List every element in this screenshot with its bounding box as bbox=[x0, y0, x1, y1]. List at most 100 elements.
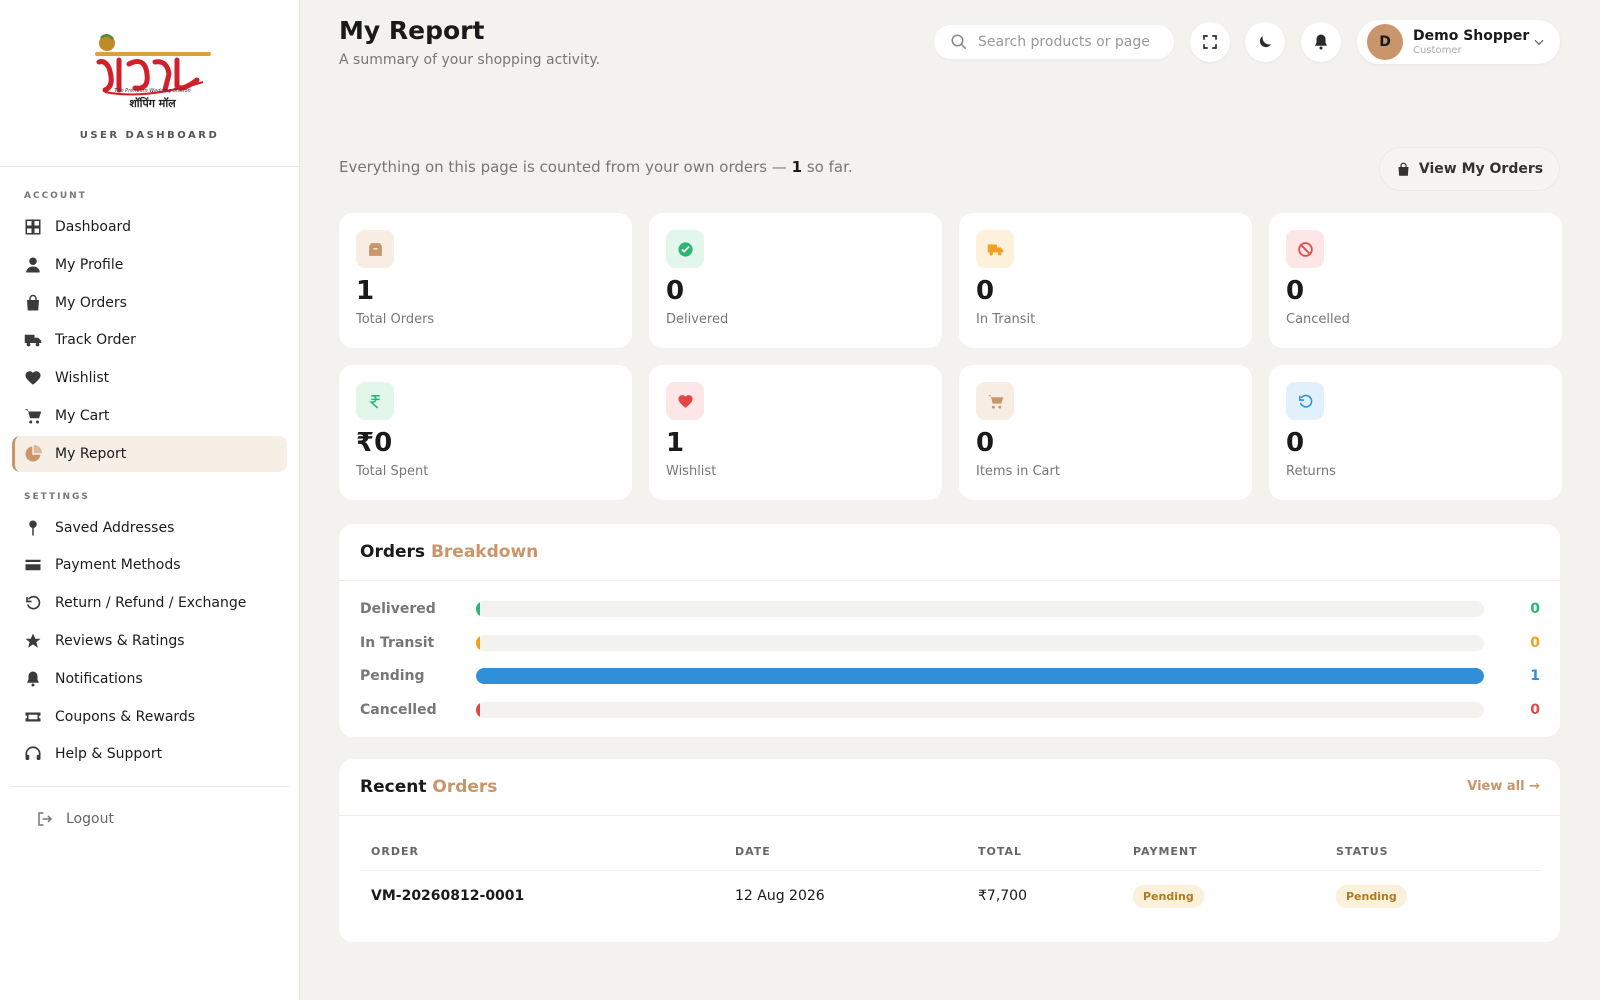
breakdown-label: In Transit bbox=[360, 634, 435, 651]
moon-icon bbox=[1259, 36, 1271, 48]
logout-button[interactable]: Logout bbox=[0, 801, 299, 837]
stat-label: Items in Cart bbox=[976, 464, 1060, 479]
rupee-icon bbox=[368, 394, 380, 408]
sidebar-item-label: My Orders bbox=[55, 294, 127, 311]
search-box[interactable] bbox=[934, 25, 1174, 59]
stat-card-total-spent: ₹0 Total Spent bbox=[339, 365, 632, 500]
sidebar-item-notifications[interactable]: Notifications bbox=[12, 661, 287, 697]
sidebar-item-label: Coupons & Rewards bbox=[55, 708, 196, 725]
sidebar-item-reviews-ratings[interactable]: Reviews & Ratings bbox=[12, 623, 287, 659]
logout-label: Logout bbox=[66, 811, 114, 828]
breakdown-value: 0 bbox=[1530, 701, 1540, 718]
nav-heading-account: ACCOUNT bbox=[24, 191, 87, 201]
sidebar-item-payment-methods[interactable]: Payment Methods bbox=[12, 547, 287, 583]
user-info: Demo Shopper Customer bbox=[1413, 28, 1529, 56]
column-header-payment: PAYMENT bbox=[1133, 845, 1198, 858]
sidebar-item-dashboard[interactable]: Dashboard bbox=[12, 209, 287, 245]
view-all-link[interactable]: View all → bbox=[1467, 779, 1540, 794]
sidebar-item-coupons-rewards[interactable]: Coupons & Rewards bbox=[12, 699, 287, 735]
undo-icon bbox=[26, 595, 41, 610]
payment-cell: Pending bbox=[1133, 884, 1336, 908]
brand-logo[interactable]: The Premium Wedding Station शॉपिंग मॉल bbox=[85, 30, 215, 116]
order-date: 12 Aug 2026 bbox=[735, 888, 825, 904]
stat-value: 1 bbox=[356, 276, 375, 306]
chevron-down-icon bbox=[1534, 39, 1544, 46]
breakdown-row: In Transit 0 bbox=[360, 633, 1540, 653]
stat-label: Total Orders bbox=[356, 312, 435, 327]
ticket-icon bbox=[25, 712, 41, 722]
notifications-button[interactable] bbox=[1301, 22, 1341, 62]
stat-icon-wrap bbox=[1286, 230, 1324, 268]
panel-title: Orders Breakdown bbox=[339, 524, 1560, 581]
sidebar-item-label: Help & Support bbox=[55, 746, 163, 763]
breakdown-row: Delivered 0 bbox=[360, 599, 1540, 619]
view-my-orders-label: View My Orders bbox=[1418, 161, 1544, 177]
check-circle-icon bbox=[677, 241, 693, 257]
sidebar-item-help-support[interactable]: Help & Support bbox=[12, 736, 287, 772]
breakdown-label: Cancelled bbox=[360, 701, 437, 718]
user-menu[interactable]: D Demo Shopper Customer bbox=[1357, 20, 1560, 64]
bag-icon bbox=[27, 294, 39, 311]
status-badge: Pending bbox=[1336, 884, 1407, 908]
sidebar-item-label: Dashboard bbox=[55, 219, 131, 235]
info-count: 1 bbox=[791, 158, 803, 176]
sidebar-item-label: Reviews & Ratings bbox=[55, 632, 185, 649]
cart-icon bbox=[987, 394, 1003, 409]
stat-icon-wrap bbox=[976, 230, 1014, 268]
view-my-orders-button[interactable]: View My Orders bbox=[1379, 147, 1560, 191]
page-title: My Report bbox=[339, 16, 485, 45]
user-icon bbox=[26, 257, 40, 273]
stat-card-items-in-cart: 0 Items in Cart bbox=[959, 365, 1252, 500]
stat-card-in-transit: 0 In Transit bbox=[959, 213, 1252, 348]
breakdown-label: Delivered bbox=[360, 601, 436, 617]
breakdown-bar-fill bbox=[476, 701, 480, 718]
credit-card-icon bbox=[25, 560, 41, 571]
breakdown-value: 0 bbox=[1530, 634, 1540, 651]
order-id[interactable]: VM-20260812-0001 bbox=[360, 888, 735, 904]
recent-orders-panel: Recent Orders View all → ORDER DATE TOTA… bbox=[339, 759, 1560, 942]
avatar: D bbox=[1367, 24, 1403, 60]
stat-label: Delivered bbox=[666, 312, 729, 327]
sidebar-item-return-refund-exchange[interactable]: Return / Refund / Exchange bbox=[12, 585, 287, 621]
dark-mode-toggle[interactable] bbox=[1245, 22, 1285, 62]
sidebar-item-my-orders[interactable]: My Orders bbox=[12, 285, 287, 321]
stat-card-delivered: 0 Delivered bbox=[649, 213, 942, 348]
sidebar-item-wishlist[interactable]: Wishlist bbox=[12, 360, 287, 396]
info-text-after: so far. bbox=[802, 158, 853, 176]
sidebar-item-label: Payment Methods bbox=[55, 557, 181, 574]
nav-settings-section: SETTINGS Saved Addresses Payment Methods… bbox=[0, 474, 299, 773]
breakdown-value: 0 bbox=[1530, 601, 1540, 617]
sidebar-item-label: Wishlist bbox=[55, 370, 110, 387]
map-pin-icon bbox=[29, 520, 37, 536]
stat-label: Wishlist bbox=[666, 464, 717, 479]
logout-icon bbox=[38, 812, 53, 827]
sidebar: The Premium Wedding Station शॉपिंग मॉल U… bbox=[0, 0, 300, 1000]
fullscreen-button[interactable] bbox=[1190, 22, 1230, 62]
table-row[interactable]: VM-20260812-0001 12 Aug 2026 ₹7,700 Pend… bbox=[360, 871, 1540, 921]
sidebar-item-saved-addresses[interactable]: Saved Addresses bbox=[12, 510, 287, 546]
sidebar-item-track-order[interactable]: Track Order bbox=[12, 322, 287, 358]
brand-subtitle: USER DASHBOARD bbox=[79, 130, 220, 141]
order-total: ₹7,700 bbox=[978, 888, 1027, 904]
nav-account-section: ACCOUNT Dashboard My Profile My Orders T… bbox=[0, 167, 299, 472]
sidebar-item-label: My Cart bbox=[55, 407, 110, 424]
stat-value: 0 bbox=[1286, 428, 1305, 458]
info-text-before: Everything on this page is counted from … bbox=[339, 158, 792, 176]
breakdown-bar-track bbox=[476, 668, 1484, 684]
stat-icon-wrap bbox=[666, 382, 704, 420]
sidebar-item-my-report[interactable]: My Report bbox=[12, 435, 287, 472]
info-text: Everything on this page is counted from … bbox=[339, 158, 853, 176]
search-input[interactable] bbox=[978, 34, 1158, 50]
expand-icon bbox=[1203, 35, 1217, 49]
table-header: ORDER DATE TOTAL PAYMENT STATUS bbox=[360, 833, 1540, 871]
sidebar-item-my-cart[interactable]: My Cart bbox=[12, 398, 287, 434]
stat-label: In Transit bbox=[976, 312, 1036, 327]
breakdown-row: Cancelled 0 bbox=[360, 700, 1540, 720]
orders-breakdown-panel: Orders Breakdown Delivered 0 In Transit 0 Pe… bbox=[339, 524, 1560, 737]
stat-icon-wrap bbox=[1286, 382, 1324, 420]
sidebar-item-my-profile[interactable]: My Profile bbox=[12, 247, 287, 283]
undo-icon bbox=[1298, 394, 1312, 408]
page-subtitle: A summary of your shopping activity. bbox=[339, 52, 601, 68]
sidebar-item-label: Notifications bbox=[55, 670, 143, 687]
heart-icon bbox=[25, 371, 41, 385]
